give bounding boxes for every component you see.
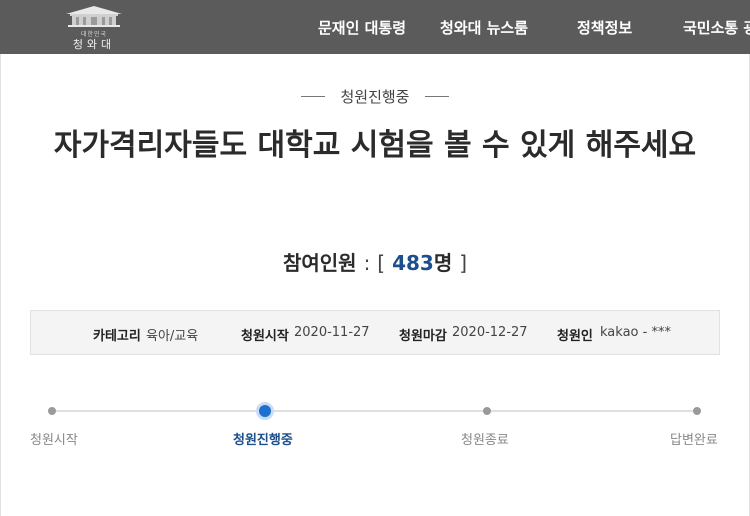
participant-count-unit: 명 [433, 251, 453, 275]
blue-house-icon [66, 6, 122, 27]
nav-item-policy-info[interactable]: 정책정보 [577, 17, 632, 38]
petition-status-text: 청원진행중 [340, 88, 410, 106]
participant-count-colon: : [363, 251, 371, 275]
category-label: 카테고리 [93, 329, 141, 344]
progress-dot-answered [693, 407, 701, 415]
progress-dot-start [48, 407, 56, 415]
progress-dot-closed [483, 407, 491, 415]
petition-title: 자가격리자들도 대학교 시험을 볼 수 있게 해주세요 [53, 128, 697, 163]
petition-status: 청원진행중 [0, 86, 750, 107]
step-label-answered: 답변완료 [670, 433, 718, 448]
start-date-value: 2020-11-27 [294, 325, 370, 340]
end-date-value: 2020-12-27 [452, 325, 528, 340]
step-label-in-progress: 청원진행중 [233, 433, 293, 448]
nav-item-public-communication[interactable]: 국민소통 광장 [683, 17, 750, 38]
status-divider-right [424, 96, 449, 97]
step-label-closed: 청원종료 [461, 433, 509, 448]
category-value: 육아/교육 [146, 329, 199, 344]
step-label-start: 청원시작 [30, 433, 78, 448]
participant-count-close-bracket: ] [459, 251, 467, 275]
participant-count-open-bracket: [ [377, 251, 386, 275]
author-value: kakao - *** [600, 325, 671, 340]
nav-item-president[interactable]: 문재인 대통령 [318, 17, 406, 38]
start-date-label: 청원시작 [241, 329, 289, 344]
participant-count-label: 참여인원 [282, 251, 357, 275]
nav-item-newsroom[interactable]: 청와대 뉴스룸 [440, 17, 528, 38]
cheongwadae-logo[interactable]: 대한민국 청와대 [52, 4, 136, 51]
participant-count-value: 483 [392, 251, 434, 275]
status-divider-left [301, 96, 326, 97]
progress-dot-current [259, 405, 271, 417]
logo-text: 청와대 [72, 38, 116, 51]
progress-track [52, 410, 697, 412]
author-label: 청원인 [557, 329, 593, 344]
end-date-label: 청원마감 [399, 329, 447, 344]
petition-info-box: 카테고리 육아/교육 청원시작 2020-11-27 청원마감 2020-12-… [30, 310, 720, 355]
participant-count: 참여인원 : [ 483명 ] [0, 247, 750, 276]
top-navigation-bar: 대한민국 청와대 문재인 대통령 청와대 뉴스룸 정책정보 국민소통 광장 [0, 0, 750, 54]
